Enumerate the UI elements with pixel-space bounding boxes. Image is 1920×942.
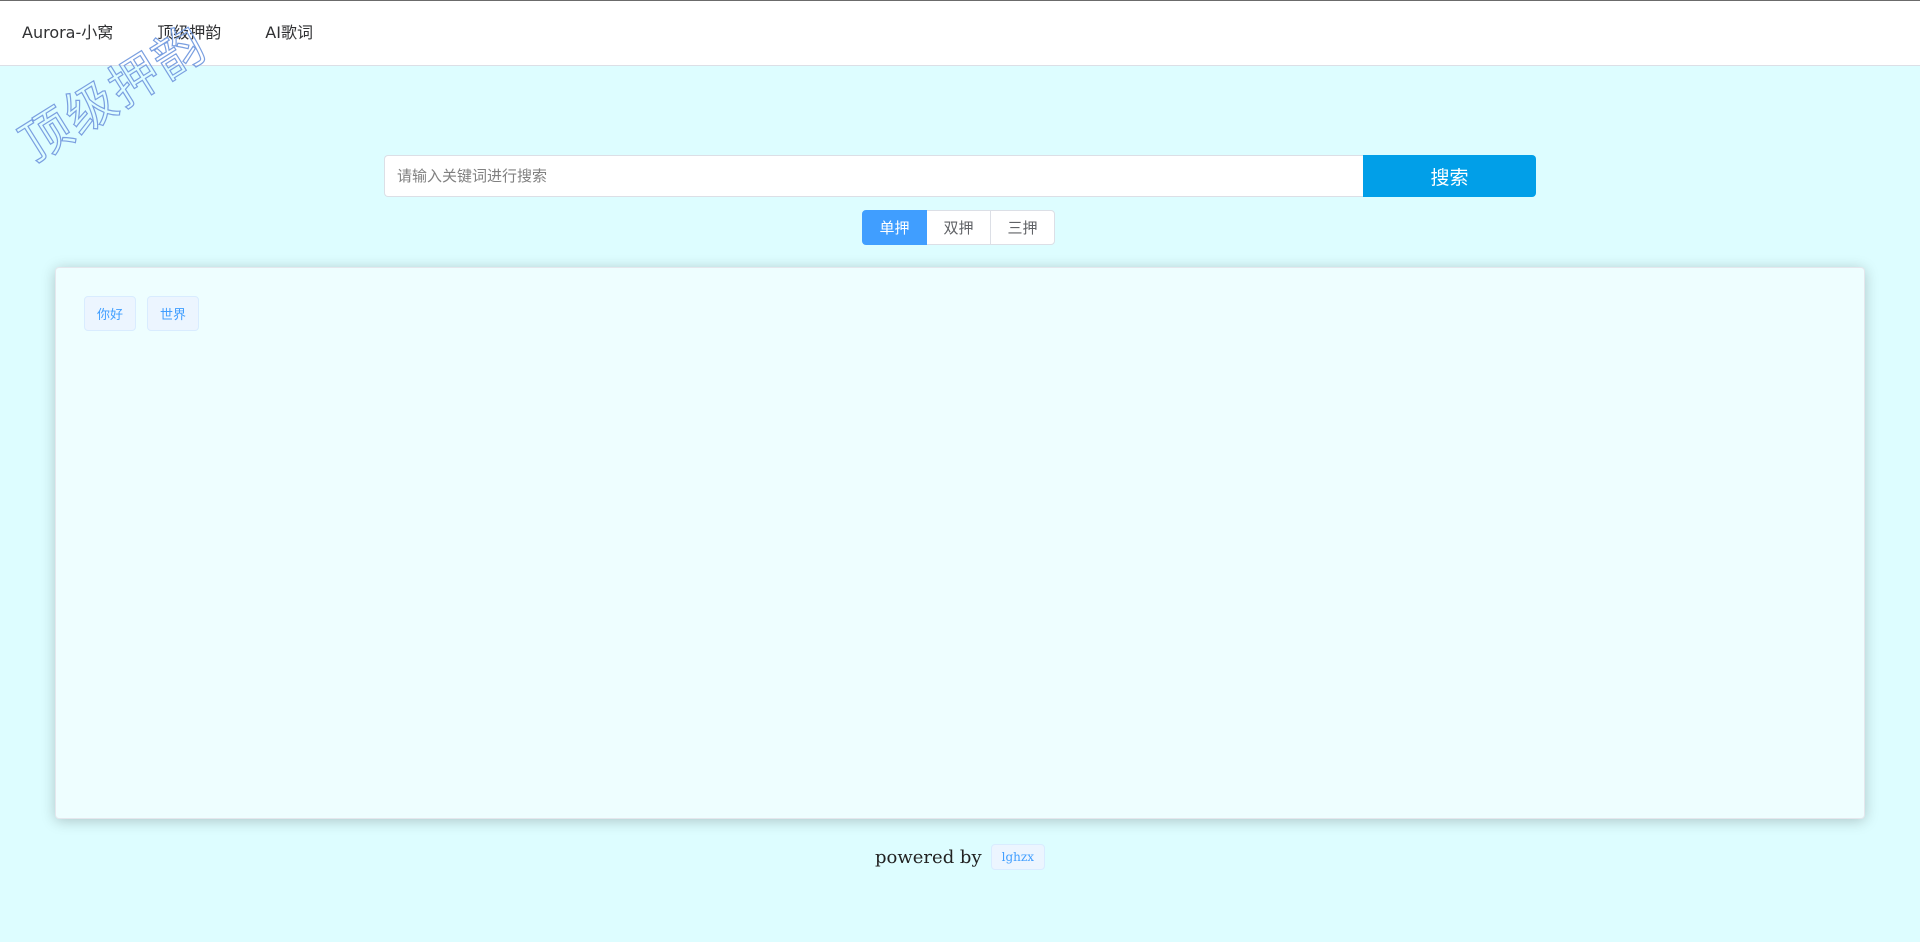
rhyme-tab-double[interactable]: 双押 (926, 210, 991, 245)
result-tag[interactable]: 你好 (84, 296, 137, 331)
result-tag-list: 你好 世界 (84, 296, 210, 331)
footer: powered by lghzx (0, 844, 1920, 870)
powered-by-text: powered by (875, 846, 982, 868)
nav-item-ai-lyrics[interactable]: AI歌词 (265, 1, 313, 65)
result-tag[interactable]: 世界 (147, 296, 200, 331)
search-input[interactable] (384, 155, 1363, 197)
rhyme-type-selector: 单押 双押 三押 (862, 210, 1055, 245)
author-tag[interactable]: lghzx (990, 844, 1045, 870)
top-navbar: Aurora-小窝 顶级押韵 AI歌词 (0, 1, 1920, 66)
results-card: 你好 世界 (55, 267, 1865, 819)
rhyme-tab-single[interactable]: 单押 (862, 210, 927, 245)
search-button[interactable]: 搜索 (1363, 155, 1536, 197)
nav-item-aurora-home[interactable]: Aurora-小窝 (22, 1, 113, 65)
rhyme-tab-triple[interactable]: 三押 (990, 210, 1055, 245)
search-bar: 搜索 (384, 155, 1536, 197)
